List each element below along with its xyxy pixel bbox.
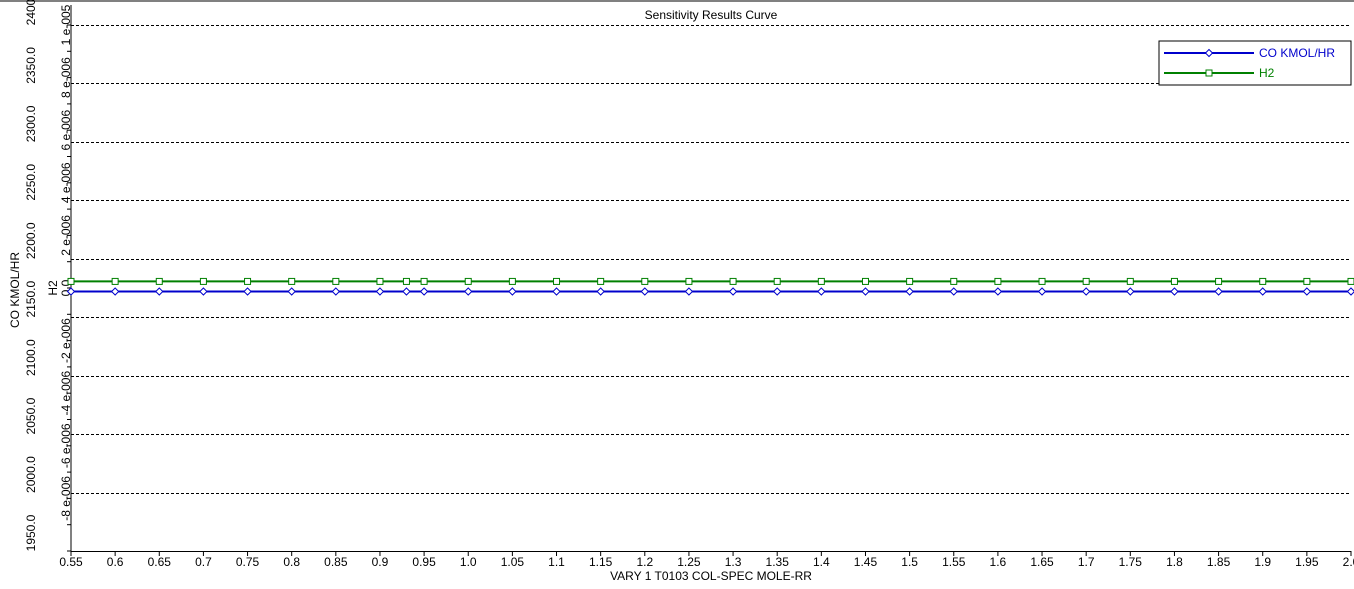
data-point: [862, 278, 868, 284]
y-left-tick-label: 2000.0: [24, 456, 38, 493]
chart-title: Sensitivity Results Curve: [645, 8, 778, 22]
x-tick-label: 0.85: [324, 555, 348, 569]
legend: CO KMOL/HR H2: [1159, 41, 1351, 85]
x-tick-label: 1.25: [677, 555, 701, 569]
data-point: [686, 278, 692, 284]
data-point: [245, 278, 251, 284]
data-point: [1348, 278, 1354, 284]
x-tick-label: 1.6: [990, 555, 1007, 569]
data-point: [1304, 278, 1310, 284]
data-point: [598, 278, 604, 284]
data-point: [465, 278, 471, 284]
x-tick-label: 0.7: [195, 555, 212, 569]
x-tick-label: 1.15: [589, 555, 613, 569]
data-point: [774, 278, 780, 284]
data-point: [68, 278, 74, 284]
y-left-tick-label: 1950.0: [24, 514, 38, 551]
x-tick-label: 1.0: [460, 555, 477, 569]
x-tick-label: 1.2: [636, 555, 653, 569]
x-tick-label: 0.8: [283, 555, 300, 569]
sensitivity-chart: Sensitivity Results Curve VARY 1 T0103 C…: [0, 0, 1354, 584]
y-right-tick-label: -6 e-006: [59, 423, 73, 468]
x-tick-label: 1.5: [901, 555, 918, 569]
data-point: [951, 278, 957, 284]
data-point: [200, 278, 206, 284]
legend-marker-h2: [1206, 70, 1212, 76]
x-tick-label: 1.95: [1295, 555, 1319, 569]
data-point: [156, 278, 162, 284]
y-right-tick-label: 2 e-006: [59, 215, 73, 256]
y-axis-left-label: CO KMOL/HR: [8, 252, 22, 328]
data-point: [289, 278, 295, 284]
x-tick-label: 0.95: [412, 555, 436, 569]
y-left-tick-label: 2100.0: [24, 339, 38, 376]
y-right-tick-label: -4 e-006: [59, 371, 73, 416]
data-point: [642, 278, 648, 284]
x-tick-label: 1.45: [854, 555, 878, 569]
data-point: [1127, 278, 1133, 284]
x-tick-label: 2.0: [1343, 555, 1354, 569]
chart-svg: Sensitivity Results Curve VARY 1 T0103 C…: [0, 0, 1354, 584]
x-tick-label: 1.8: [1166, 555, 1183, 569]
x-tick-label: 1.3: [725, 555, 742, 569]
y-right-tick-label: 6 e-006: [59, 110, 73, 151]
x-tick-label: 0.9: [372, 555, 389, 569]
y-left-tick-label: 2050.0: [24, 397, 38, 434]
data-point: [112, 278, 118, 284]
x-tick-label: 1.85: [1207, 555, 1231, 569]
y-right-tick-label: -8 e-006: [59, 476, 73, 521]
legend-label-co: CO KMOL/HR: [1259, 46, 1335, 60]
x-tick-label: 1.7: [1078, 555, 1095, 569]
x-tick-label: 1.1: [548, 555, 565, 569]
data-point: [421, 278, 427, 284]
y-left-tick-label: 2200.0: [24, 222, 38, 259]
x-tick-label: 0.75: [236, 555, 260, 569]
y-left-tick-label: 2250.0: [24, 164, 38, 201]
data-point: [403, 278, 409, 284]
data-point: [509, 278, 515, 284]
y-right-tick-label: -2 e-006: [59, 318, 73, 363]
data-point: [1216, 278, 1222, 284]
x-axis-label: VARY 1 T0103 COL-SPEC MOLE-RR: [610, 569, 812, 583]
y-right-tick-label: 1 e-005: [59, 4, 73, 45]
data-point: [377, 278, 383, 284]
data-point: [907, 278, 913, 284]
x-tick-label: 0.65: [148, 555, 172, 569]
y-left-tick-label: 2400.0: [24, 0, 38, 25]
x-tick-label: 1.05: [501, 555, 525, 569]
data-point: [1260, 278, 1266, 284]
y-left-tick-label: 2300.0: [24, 105, 38, 142]
y-right-tick-label: 8 e-006: [59, 57, 73, 98]
x-tick-label: 1.35: [766, 555, 790, 569]
data-point: [818, 278, 824, 284]
data-point: [730, 278, 736, 284]
y-axis-right-label: H2: [46, 280, 60, 296]
x-tick-label: 1.75: [1119, 555, 1143, 569]
y-right-tick-label: 4 e-006: [59, 162, 73, 203]
data-point: [1083, 278, 1089, 284]
data-point: [554, 278, 560, 284]
y-left-tick-label: 2150.0: [24, 281, 38, 318]
data-point: [1171, 278, 1177, 284]
x-tick-label: 1.65: [1030, 555, 1054, 569]
data-point: [333, 278, 339, 284]
x-tick-label: 1.9: [1254, 555, 1271, 569]
legend-label-h2: H2: [1259, 66, 1275, 80]
x-tick-label: 1.55: [942, 555, 966, 569]
y-left-tick-label: 2350.0: [24, 47, 38, 84]
data-point: [1039, 278, 1045, 284]
x-tick-label: 1.4: [813, 555, 830, 569]
data-point: [995, 278, 1001, 284]
x-tick-label: 0.55: [59, 555, 83, 569]
x-tick-label: 0.6: [107, 555, 124, 569]
